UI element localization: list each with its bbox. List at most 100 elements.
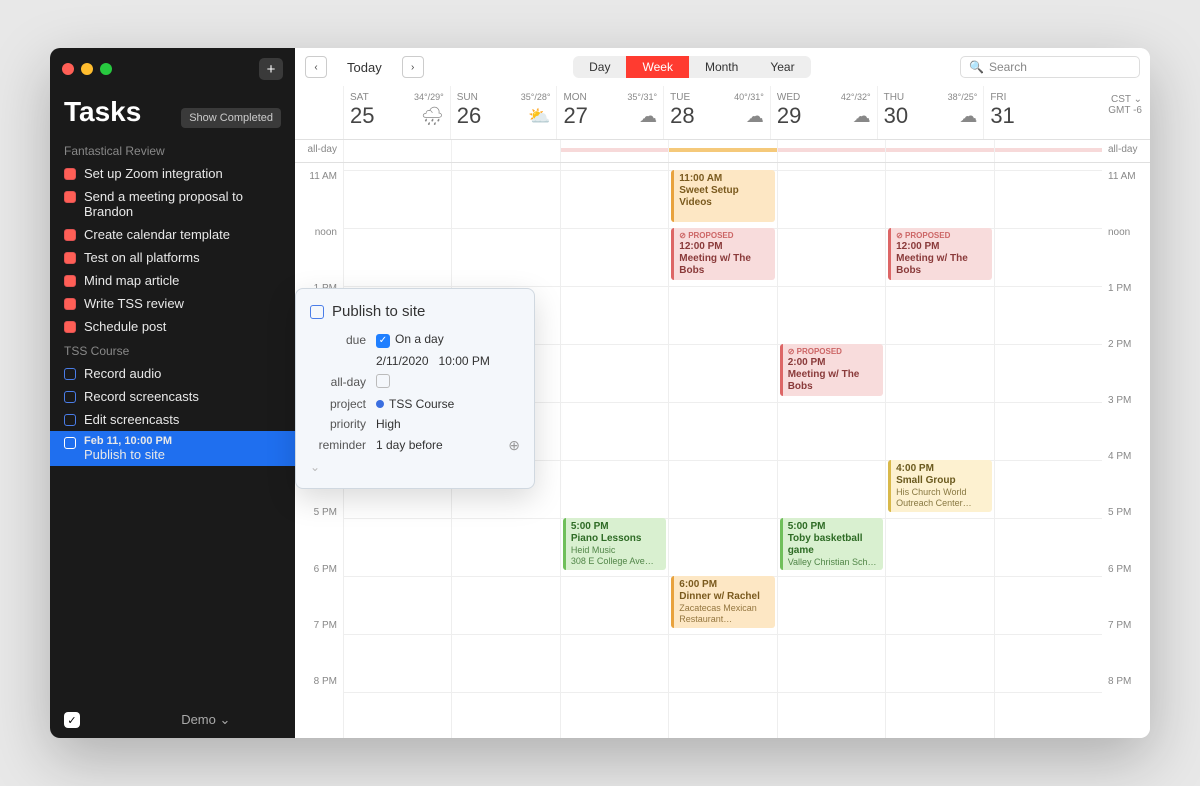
calendar-event[interactable]: 4:00 PMSmall GroupHis Church World Outre…	[888, 460, 991, 512]
add-task-button[interactable]: +	[259, 58, 283, 80]
task-checkbox[interactable]	[64, 168, 76, 180]
day-column[interactable]: 5:00 PMPiano LessonsHeid Music308 E Coll…	[560, 163, 668, 738]
project-label: project	[310, 397, 366, 411]
all-day-row: all-day all-day	[295, 140, 1150, 163]
calendar-event[interactable]: 5:00 PMToby basketball gameValley Christ…	[780, 518, 883, 570]
task-title: Send a meeting proposal to Brandon	[84, 189, 281, 219]
tasks-mode-icon[interactable]: ✓	[64, 712, 80, 728]
show-completed-button[interactable]: Show Completed	[181, 108, 281, 128]
task-row[interactable]: Set up Zoom integration	[50, 162, 295, 185]
task-row[interactable]: Edit screencasts	[50, 408, 295, 431]
priority-field[interactable]: High	[376, 417, 520, 431]
due-date-field[interactable]: 2/11/2020	[376, 354, 429, 368]
view-year[interactable]: Year	[754, 56, 810, 78]
all-day-cell[interactable]	[560, 140, 668, 162]
today-button[interactable]: Today	[337, 57, 392, 78]
expand-popover-button[interactable]: ⌄	[310, 460, 520, 474]
task-row[interactable]: Schedule post	[50, 315, 295, 338]
all-day-cell[interactable]	[885, 140, 993, 162]
minimize-window-button[interactable]	[81, 63, 93, 75]
calendar-event[interactable]: ⊘ PROPOSED12:00 PMMeeting w/ The Bobs	[888, 228, 991, 280]
day-header[interactable]: MON2735°/31°☁	[556, 86, 663, 139]
all-day-cell[interactable]	[451, 140, 559, 162]
task-checkbox[interactable]	[310, 305, 324, 319]
search-icon: 🔍	[969, 60, 984, 74]
due-time-field[interactable]: 10:00 PM	[439, 354, 490, 368]
reminder-field[interactable]: 1 day before	[376, 438, 443, 452]
task-row[interactable]: Mind map article	[50, 269, 295, 292]
project-field[interactable]: TSS Course	[376, 397, 520, 411]
next-button[interactable]: ›	[402, 56, 424, 78]
task-detail-popover: Publish to site due ✓On a day 2/11/2020 …	[295, 288, 535, 489]
day-column[interactable]: ⊘ PROPOSED12:00 PMMeeting w/ The Bobs 4:0…	[885, 163, 993, 738]
task-title: Edit screencasts	[84, 412, 179, 427]
sidebar-footer: ✓ Demo ⌄	[50, 702, 295, 738]
toolbar: ‹ Today › DayWeekMonthYear 🔍 Search	[295, 48, 1150, 86]
calendar-event[interactable]: 5:00 PMPiano LessonsHeid Music308 E Coll…	[563, 518, 666, 570]
day-column[interactable]: 11:00 AMSweet Setup Videos ⊘ PROPOSED12:0…	[668, 163, 776, 738]
calendar-event[interactable]: 11:00 AMSweet Setup Videos	[671, 170, 774, 222]
chevron-down-icon: ⌄	[220, 712, 231, 727]
task-title: Mind map article	[84, 273, 179, 288]
task-checkbox[interactable]	[64, 368, 76, 380]
view-week[interactable]: Week	[626, 56, 688, 78]
due-label: due	[310, 333, 366, 347]
day-header[interactable]: THU3038°/25°☁	[877, 86, 984, 139]
zoom-window-button[interactable]	[100, 63, 112, 75]
day-header[interactable]: SAT2534°/29°🌧	[343, 86, 450, 139]
time-label: 5 PM	[295, 507, 343, 563]
view-segmented-control: DayWeekMonthYear	[573, 56, 810, 78]
task-checkbox[interactable]	[64, 437, 76, 449]
task-row[interactable]: Test on all platforms	[50, 246, 295, 269]
task-checkbox[interactable]	[64, 191, 76, 203]
search-input[interactable]: 🔍 Search	[960, 56, 1140, 78]
account-switcher[interactable]: Demo ⌄	[181, 712, 230, 728]
task-due-label: Feb 11, 10:00 PM	[84, 435, 172, 447]
all-day-cell[interactable]	[777, 140, 885, 162]
calendar-event[interactable]: 6:00 PMDinner w/ RachelZacatecas Mexican…	[671, 576, 774, 628]
time-label: 7 PM	[295, 620, 343, 676]
prev-button[interactable]: ‹	[305, 56, 327, 78]
task-checkbox[interactable]	[64, 321, 76, 333]
task-row[interactable]: Record screencasts	[50, 385, 295, 408]
calendar-event[interactable]: ⊘ PROPOSED2:00 PMMeeting w/ The Bobs	[780, 344, 883, 396]
day-header[interactable]: WED2942°/32°☁	[770, 86, 877, 139]
day-header[interactable]: FRI31	[983, 86, 1090, 139]
time-label: noon	[295, 227, 343, 283]
day-header[interactable]: SUN2635°/28°⛅	[450, 86, 557, 139]
calendar-event[interactable]: ⊘ PROPOSED12:00 PMMeeting w/ The Bobs	[671, 228, 774, 280]
close-window-button[interactable]	[62, 63, 74, 75]
task-title: Schedule post	[84, 319, 166, 334]
task-checkbox[interactable]	[64, 414, 76, 426]
day-column[interactable]: ⊘ PROPOSED2:00 PMMeeting w/ The Bobs 5:00…	[777, 163, 885, 738]
allday-checkbox[interactable]	[376, 374, 390, 388]
view-month[interactable]: Month	[689, 56, 754, 78]
weather-icon: ☁	[734, 106, 764, 127]
all-day-cell[interactable]	[343, 140, 451, 162]
time-label: 1 PM	[1102, 283, 1150, 339]
task-checkbox[interactable]	[64, 275, 76, 287]
task-checkbox[interactable]	[64, 391, 76, 403]
day-header-row: SAT2534°/29°🌧SUN2635°/28°⛅MON2735°/31°☁T…	[295, 86, 1150, 140]
add-reminder-button[interactable]: ⊕	[508, 437, 520, 454]
nav-buttons: ‹	[305, 56, 327, 78]
time-label: 8 PM	[1102, 676, 1150, 732]
task-checkbox[interactable]	[64, 252, 76, 264]
task-row[interactable]: Write TSS review	[50, 292, 295, 315]
all-day-cell[interactable]	[994, 140, 1102, 162]
calendar-main: ‹ Today › DayWeekMonthYear 🔍 Search SAT2…	[295, 48, 1150, 738]
day-column[interactable]	[994, 163, 1102, 738]
view-day[interactable]: Day	[573, 56, 626, 78]
task-row[interactable]: Feb 11, 10:00 PMPublish to site	[50, 431, 295, 466]
day-header[interactable]: TUE2840°/31°☁	[663, 86, 770, 139]
due-on-a-day-checkbox[interactable]: ✓On a day	[376, 332, 520, 348]
all-day-cell[interactable]	[668, 140, 776, 162]
timezone-label[interactable]: CST ⌄ GMT -6	[1090, 86, 1150, 139]
task-checkbox[interactable]	[64, 298, 76, 310]
weather-icon: ☁	[841, 106, 871, 127]
task-row[interactable]: Record audio	[50, 362, 295, 385]
task-checkbox[interactable]	[64, 229, 76, 241]
task-row[interactable]: Create calendar template	[50, 223, 295, 246]
task-title: Record screencasts	[84, 389, 199, 404]
task-row[interactable]: Send a meeting proposal to Brandon	[50, 185, 295, 223]
